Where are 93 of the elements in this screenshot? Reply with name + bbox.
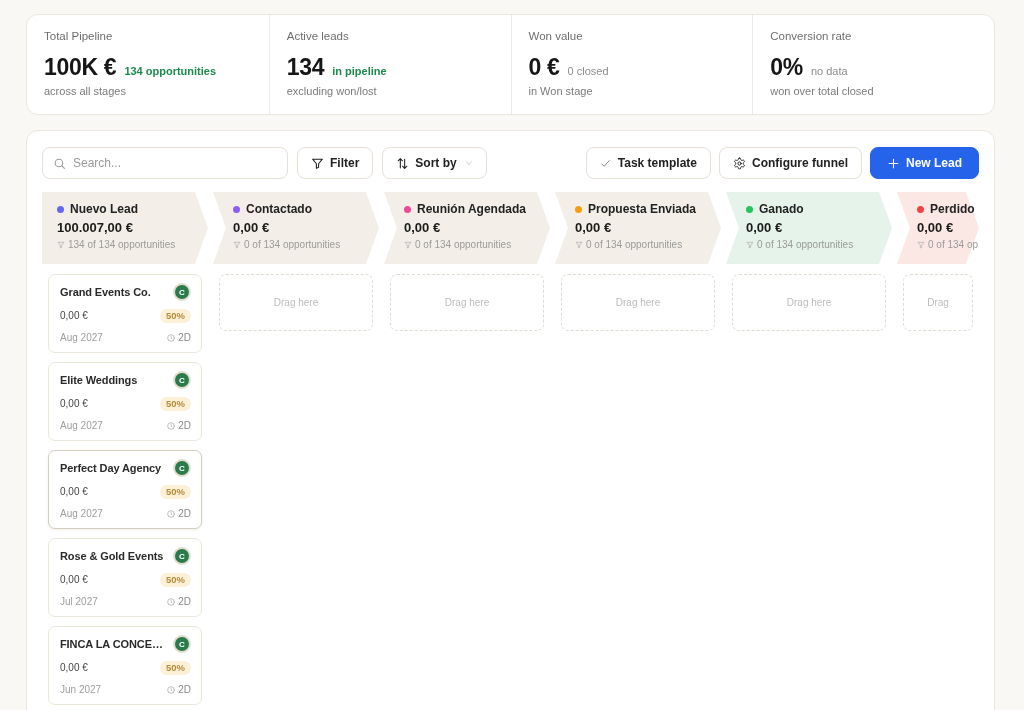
lead-amount: 0,00 € bbox=[60, 310, 88, 322]
clock-icon bbox=[167, 422, 176, 430]
filter-button[interactable]: Filter bbox=[297, 147, 374, 179]
close-date: Aug 2027 bbox=[60, 508, 103, 520]
lead-title: Rose & Gold Events bbox=[60, 549, 164, 563]
clock-icon bbox=[167, 510, 176, 518]
owner-avatar: C bbox=[173, 635, 191, 653]
stage-count: 0 of 134 opportunities bbox=[244, 239, 341, 251]
lead-title: Elite Weddings bbox=[60, 373, 138, 387]
plus-icon bbox=[887, 156, 900, 170]
funnel-icon bbox=[311, 156, 324, 170]
lead-title: FINCA LA CONCE… bbox=[60, 637, 163, 651]
lead-amount: 0,00 € bbox=[60, 662, 88, 674]
funnel-icon bbox=[57, 241, 65, 249]
clock-icon bbox=[167, 334, 176, 342]
lead-title: Grand Events Co. bbox=[60, 285, 151, 299]
stage-amount: 0,00 € bbox=[575, 220, 612, 236]
owner-avatar: C bbox=[173, 459, 191, 477]
probability-badge: 50% bbox=[160, 397, 191, 411]
stage-name: Propuesta Enviada bbox=[588, 202, 697, 216]
close-date: Jul 2027 bbox=[60, 596, 98, 608]
owner-avatar: C bbox=[173, 283, 191, 301]
search-icon bbox=[53, 157, 66, 170]
stage-amount: 100.007,00 € bbox=[57, 220, 133, 236]
lead-card[interactable]: Rose & Gold Events C 0,00 € 50% Jul 2027 2D bbox=[48, 538, 202, 617]
settings-icon bbox=[733, 156, 746, 170]
stat-caption: in Won stage bbox=[528, 84, 593, 98]
lead-amount: 0,00 € bbox=[60, 398, 88, 410]
stat-caption: excluding won/lost bbox=[286, 84, 377, 98]
stage-name: Ganado bbox=[759, 202, 804, 216]
lead-amount: 0,00 € bbox=[60, 486, 88, 498]
lead-age: 2D bbox=[178, 332, 191, 344]
stat-value: 100K € bbox=[44, 55, 117, 79]
lead-title: Perfect Day Agency bbox=[60, 461, 162, 475]
stat-caption: won over total closed bbox=[770, 84, 874, 98]
probability-badge: 50% bbox=[160, 485, 191, 499]
lead-age: 2D bbox=[178, 420, 191, 432]
lead-amount: 0,00 € bbox=[60, 574, 88, 586]
stat-note: no data bbox=[810, 65, 848, 78]
stage-name: Contactado bbox=[246, 202, 312, 216]
new-lead-button[interactable]: New Lead bbox=[870, 147, 979, 179]
stat-label: Conversion rate bbox=[770, 29, 852, 43]
funnel-icon bbox=[404, 241, 412, 249]
stage-amount: 0,00 € bbox=[404, 220, 441, 236]
stage-count: 0 of 134 opportunities bbox=[586, 239, 683, 251]
close-date: Aug 2027 bbox=[60, 332, 103, 344]
probability-badge: 50% bbox=[160, 661, 191, 675]
lead-age: 2D bbox=[178, 508, 191, 520]
stat-caption: across all stages bbox=[44, 84, 126, 98]
stage-amount: 0,00 € bbox=[233, 220, 270, 236]
lead-card[interactable]: Perfect Day Agency C 0,00 € 50% Aug 2027 2D bbox=[48, 450, 202, 529]
stat-value: 0 € bbox=[528, 55, 560, 79]
funnel-icon bbox=[917, 241, 925, 249]
sort-icon bbox=[396, 156, 410, 170]
close-date: Aug 2027 bbox=[60, 420, 103, 432]
stage-name: Nuevo Lead bbox=[70, 202, 138, 216]
lead-age: 2D bbox=[178, 684, 191, 696]
stage-count: 134 of 134 opportunities bbox=[68, 239, 176, 251]
search-field[interactable]: Search... bbox=[42, 147, 288, 179]
funnel-icon bbox=[746, 241, 754, 249]
caret-icon bbox=[464, 160, 473, 166]
stage-count: 0 of 134 opportunities bbox=[757, 239, 854, 251]
stat-value: 134 bbox=[286, 55, 325, 79]
clock-icon bbox=[167, 598, 176, 606]
stage-amount: 0,00 € bbox=[917, 220, 954, 236]
owner-avatar: C bbox=[173, 371, 191, 389]
stat-label: Active leads bbox=[286, 29, 349, 43]
configure-funnel-button[interactable]: Configure funnel bbox=[719, 147, 862, 179]
owner-avatar: C bbox=[173, 547, 191, 565]
lead-card[interactable]: Grand Events Co. C 0,00 € 50% Aug 2027 2D bbox=[48, 274, 202, 353]
stat-note: 134 opportunities bbox=[124, 65, 217, 78]
stage-count: 0 of 134 op bbox=[928, 239, 979, 251]
lead-card[interactable]: Elite Weddings C 0,00 € 50% Aug 2027 2D bbox=[48, 362, 202, 441]
funnel-icon bbox=[575, 241, 583, 249]
check-icon bbox=[599, 157, 611, 169]
stat-label: Total Pipeline bbox=[44, 29, 113, 43]
stat-value: 0% bbox=[770, 55, 803, 79]
stage-name: Perdido bbox=[930, 202, 975, 216]
lead-card[interactable]: FINCA LA CONCE… C 0,00 € 50% Jun 2027 2D bbox=[48, 626, 202, 705]
clock-icon bbox=[167, 686, 176, 694]
stage-amount: 0,00 € bbox=[746, 220, 783, 236]
probability-badge: 50% bbox=[160, 309, 191, 323]
stat-note: 0 closed bbox=[567, 65, 609, 78]
stat-note: in pipeline bbox=[332, 65, 387, 78]
task-template-button[interactable]: Task template bbox=[585, 147, 711, 179]
stat-label: Won value bbox=[528, 29, 583, 43]
lead-age: 2D bbox=[178, 596, 191, 608]
stage-name: Reunión Agendada bbox=[417, 202, 526, 216]
funnel-icon bbox=[233, 241, 241, 249]
sort-button[interactable]: Sort by bbox=[382, 147, 487, 179]
close-date: Jun 2027 bbox=[60, 684, 102, 696]
stage-count: 0 of 134 opportunities bbox=[415, 239, 512, 251]
probability-badge: 50% bbox=[160, 573, 191, 587]
